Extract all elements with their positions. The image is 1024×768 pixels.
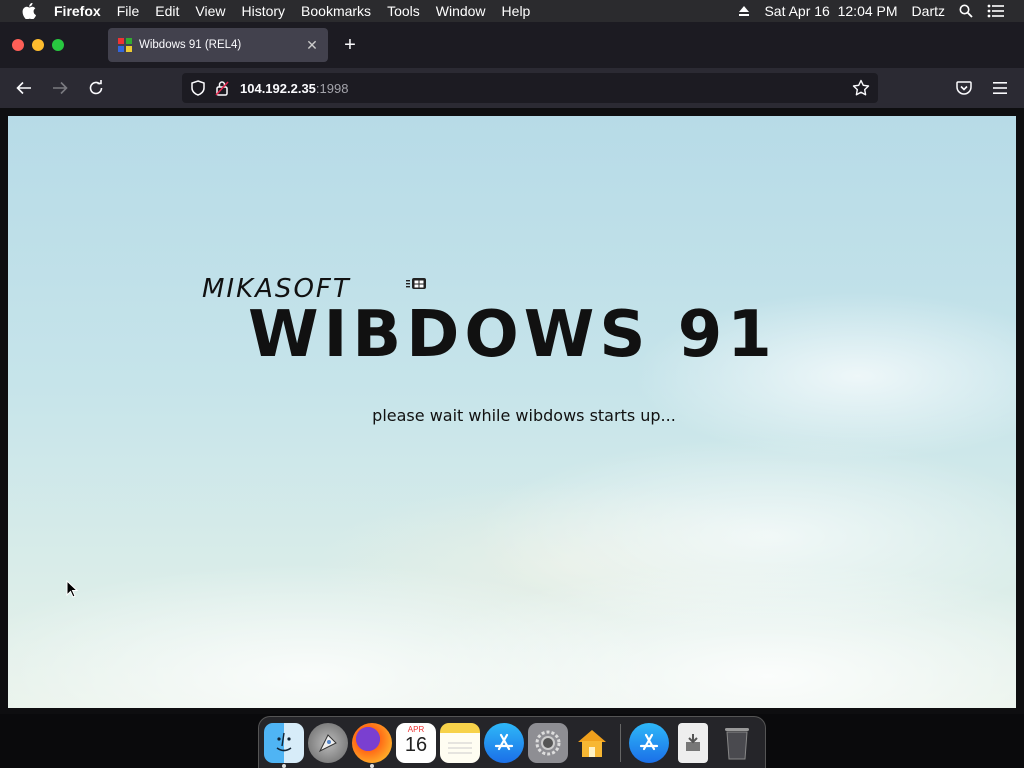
menu-edit[interactable]: Edit — [147, 0, 187, 22]
dock-separator — [620, 723, 621, 762]
app-menu-button[interactable] — [988, 77, 1012, 99]
tab-title: Wibdows 91 (REL4) — [139, 39, 242, 51]
tab-close-icon[interactable]: ✕ — [302, 35, 322, 55]
dock-calendar-icon[interactable]: APR 16 — [396, 722, 436, 763]
insecure-lock-icon[interactable] — [214, 80, 230, 96]
wibdows-boot-screen[interactable]: MIKASOFT WIBDOWS 91 please wait while wi… — [8, 116, 1016, 708]
calendar-day: 16 — [404, 733, 428, 756]
pocket-icon — [956, 81, 972, 95]
menu-bar-clock[interactable]: Sat Apr 16 12:04 PM — [757, 0, 904, 22]
menu-view[interactable]: View — [187, 0, 233, 22]
dock-system-preferences-icon[interactable] — [528, 722, 568, 763]
new-tab-button[interactable]: + — [340, 34, 360, 56]
address-bar[interactable]: 104.192.2.35:1998 — [182, 73, 878, 103]
menu-file[interactable]: File — [109, 0, 148, 22]
back-arrow-icon — [16, 81, 31, 95]
macos-dock: APR 16 — [258, 716, 766, 768]
tab-favicon-icon — [117, 37, 133, 53]
product-title: WIBDOWS 91 — [248, 298, 777, 372]
reload-icon — [89, 80, 103, 95]
menu-help[interactable]: Help — [494, 0, 539, 22]
window-zoom-button[interactable] — [52, 39, 64, 51]
forward-arrow-icon — [53, 81, 68, 95]
back-button[interactable] — [12, 77, 36, 99]
forward-button[interactable] — [48, 77, 72, 99]
eject-icon[interactable] — [731, 0, 757, 22]
calendar-month: APR — [407, 724, 425, 734]
apple-menu-icon[interactable] — [18, 0, 40, 22]
menu-bookmarks[interactable]: Bookmarks — [293, 0, 379, 22]
window-minimize-button[interactable] — [32, 39, 44, 51]
spotlight-search-icon[interactable] — [952, 0, 980, 22]
reload-button[interactable] — [84, 77, 108, 99]
dock-launchpad-icon[interactable] — [308, 722, 348, 763]
window-controls — [12, 39, 64, 51]
vendor-logo-icon — [406, 276, 428, 292]
dock-notes-icon[interactable] — [440, 722, 480, 763]
window-close-button[interactable] — [12, 39, 24, 51]
menu-tools[interactable]: Tools — [379, 0, 428, 22]
dock-firefox-icon[interactable] — [352, 722, 392, 768]
menu-window[interactable]: Window — [428, 0, 494, 22]
mouse-pointer-icon — [66, 579, 79, 598]
menu-app-firefox[interactable]: Firefox — [46, 0, 109, 22]
dock-home-icon[interactable] — [572, 723, 612, 763]
running-indicator — [282, 763, 286, 768]
tracking-protection-shield-icon[interactable] — [190, 80, 206, 96]
hamburger-menu-icon — [993, 82, 1007, 94]
dock-app-store-downloads-icon[interactable] — [629, 722, 669, 763]
pocket-button[interactable] — [952, 77, 976, 99]
dock-app-store-icon[interactable] — [484, 722, 524, 763]
browser-tab-strip: Wibdows 91 (REL4) ✕ + — [0, 22, 1024, 68]
dock-finder-icon[interactable] — [264, 722, 304, 768]
dock-installer-icon[interactable] — [678, 722, 708, 763]
browser-nav-bar: 104.192.2.35:1998 — [0, 68, 1024, 108]
menu-history[interactable]: History — [233, 0, 293, 22]
url-port: :1998 — [315, 80, 349, 96]
running-indicator — [370, 763, 374, 768]
url-host: 104.192.2.35 — [240, 80, 316, 96]
menu-bar-user[interactable]: Dartz — [905, 0, 952, 22]
bookmark-star-icon[interactable] — [852, 79, 870, 100]
browser-viewport: MIKASOFT WIBDOWS 91 please wait while wi… — [0, 108, 1024, 714]
dock-trash-icon[interactable] — [717, 723, 757, 763]
menu-bar-status-area: Sat Apr 16 12:04 PM Dartz — [731, 0, 1024, 22]
notification-center-icon[interactable] — [980, 0, 1012, 22]
macos-menu-bar: Firefox File Edit View History Bookmarks… — [0, 0, 1024, 22]
boot-status-message: please wait while wibdows starts up... — [372, 406, 676, 425]
browser-tab-active[interactable]: Wibdows 91 (REL4) ✕ — [108, 28, 328, 62]
